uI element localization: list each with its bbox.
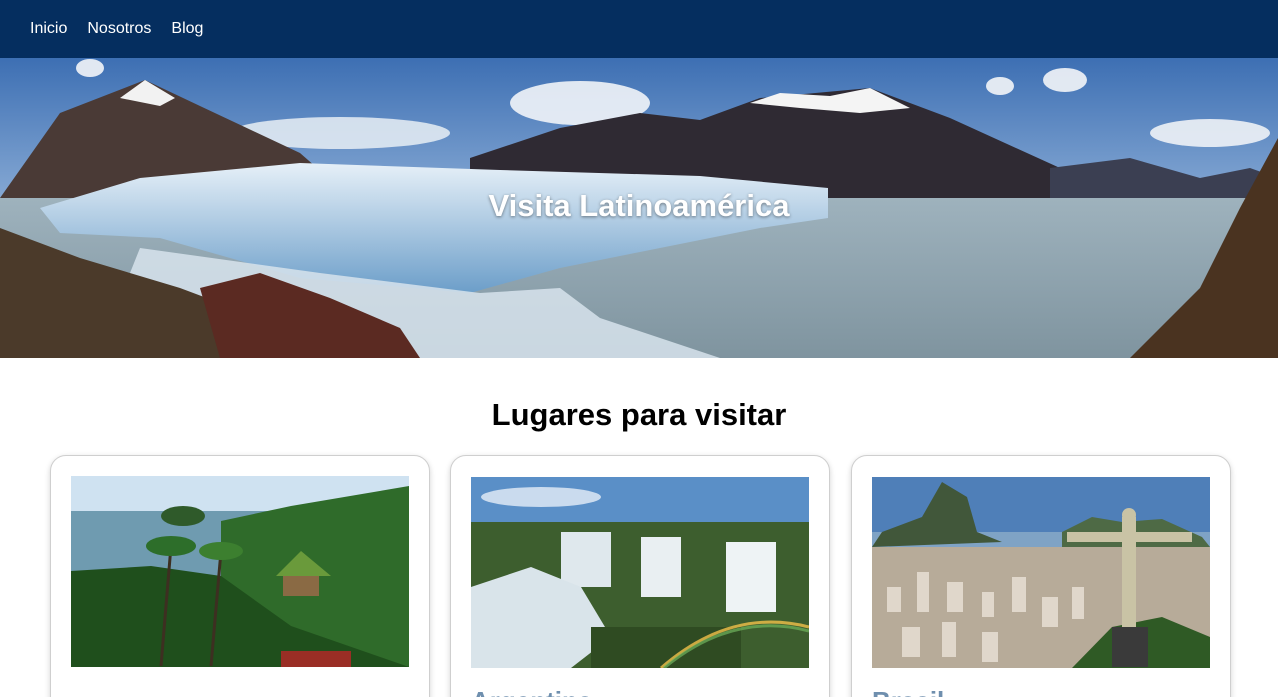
card-photo-waterfalls [471, 477, 809, 668]
hero-banner: Visita Latinoamérica [0, 58, 1278, 358]
card-title-argentina: Argentina [471, 686, 592, 697]
nav-link-blog[interactable]: Blog [171, 0, 203, 58]
place-card-argentina[interactable]: Argentina [450, 455, 830, 697]
card-photo-beach [71, 476, 409, 667]
card-title-brasil: Brasil [872, 686, 944, 697]
nav-link-inicio[interactable]: Inicio [30, 0, 67, 58]
places-heading: Lugares para visitar [491, 397, 787, 432]
top-navigation: Inicio Nosotros Blog [0, 0, 1278, 58]
hero-title: Visita Latinoamérica [488, 188, 790, 223]
card-photo-rio [872, 477, 1210, 668]
nav-link-nosotros[interactable]: Nosotros [87, 0, 151, 58]
place-card-1[interactable] [50, 455, 430, 697]
place-card-brasil[interactable]: Brasil [851, 455, 1231, 697]
